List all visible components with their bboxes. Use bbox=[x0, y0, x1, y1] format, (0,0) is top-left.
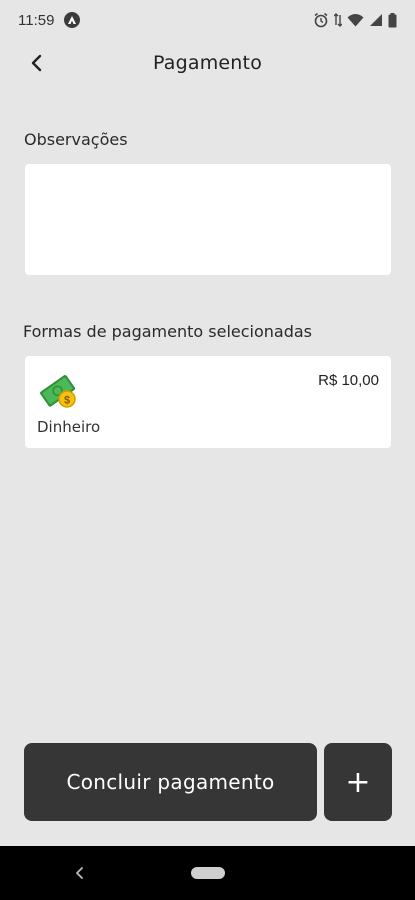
chevron-left-icon bbox=[31, 54, 42, 72]
nav-home-pill[interactable] bbox=[191, 867, 225, 879]
app-notification-icon bbox=[64, 12, 81, 28]
wifi-icon bbox=[347, 14, 364, 27]
status-icons bbox=[313, 12, 397, 28]
formas-pagamento-label: Formas de pagamento selecionadas bbox=[23, 322, 312, 341]
nav-back-icon[interactable] bbox=[72, 864, 88, 882]
payment-method-name: Dinheiro bbox=[37, 418, 101, 436]
system-nav-bar bbox=[0, 846, 415, 900]
status-bar: 11:59 bbox=[0, 0, 415, 40]
observacoes-input[interactable] bbox=[25, 164, 391, 275]
payment-amount: R$ 10,00 bbox=[318, 372, 379, 389]
signal-icon bbox=[370, 14, 382, 26]
svg-text:$: $ bbox=[64, 395, 70, 407]
app-header: Pagamento bbox=[0, 40, 415, 86]
data-arrows-icon bbox=[334, 13, 342, 27]
page-title: Pagamento bbox=[152, 52, 263, 74]
battery-icon bbox=[388, 12, 397, 27]
add-payment-button[interactable]: + bbox=[324, 743, 392, 821]
observacoes-label: Observações bbox=[24, 130, 128, 149]
status-time: 11:59 bbox=[18, 11, 55, 29]
cash-money-icon: $ bbox=[40, 375, 76, 408]
payment-method-card[interactable]: $ Dinheiro R$ 10,00 bbox=[25, 356, 391, 448]
back-button[interactable] bbox=[22, 50, 50, 76]
alarm-icon bbox=[314, 12, 328, 28]
conclude-payment-button[interactable]: Concluir pagamento bbox=[24, 743, 317, 821]
